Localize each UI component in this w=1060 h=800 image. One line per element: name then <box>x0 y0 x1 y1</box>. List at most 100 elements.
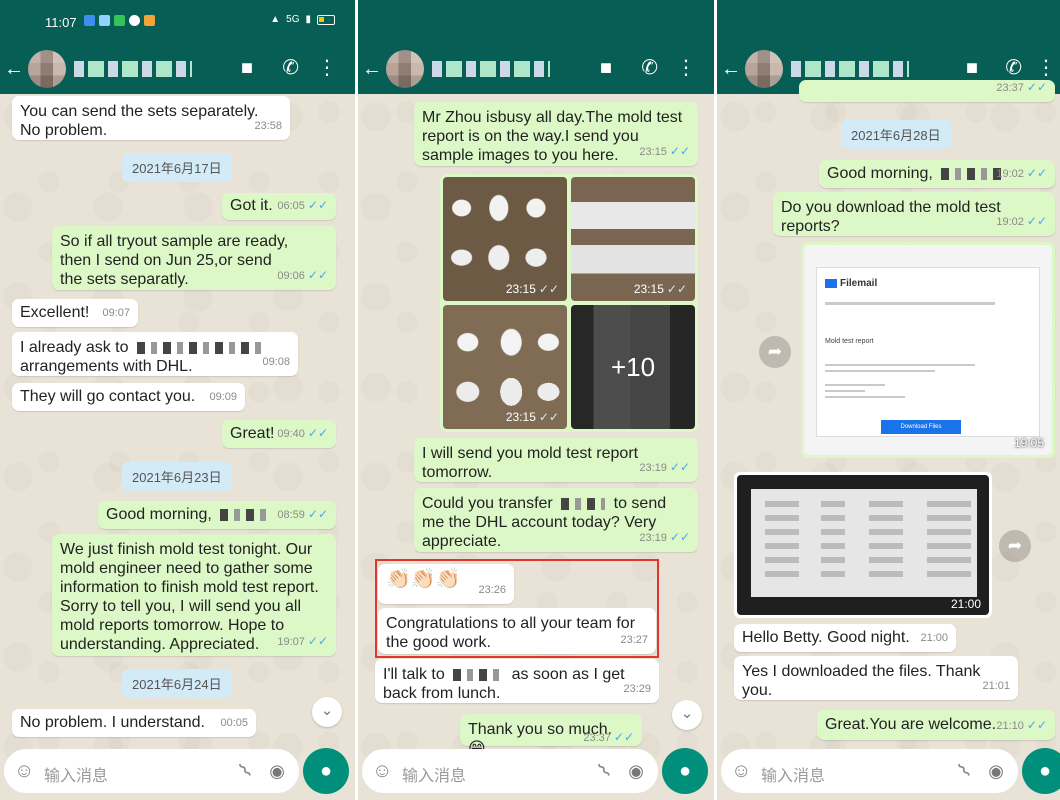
message-composer: ☺ 输入消息 ⌇ ◉ ● <box>358 746 714 800</box>
message-incoming[interactable]: Hello Betty. Good night. 21:00 <box>734 624 956 652</box>
message-outgoing[interactable]: Great.You are welcome. 21:10 ✓✓ <box>817 710 1055 740</box>
message-incoming[interactable]: Congratulations to all your team for the… <box>378 608 656 654</box>
document-screenshot[interactable]: Filemail Mold test report Download Files… <box>801 242 1055 458</box>
arrow-left-icon[interactable]: ← <box>4 59 24 79</box>
message-meta: 23:37 ✓✓ <box>996 78 1047 98</box>
contact-name-redacted[interactable] <box>432 61 550 77</box>
emoji-icon[interactable]: ☺ <box>14 760 34 782</box>
redacted-name <box>136 341 263 354</box>
message-outgoing[interactable]: Could you transfer to send me the DHL ac… <box>414 488 698 552</box>
message-input[interactable]: ☺ 输入消息 ⌇ ◉ <box>362 749 658 793</box>
document-preview: Filemail Mold test report Download Files… <box>804 245 1052 455</box>
voice-call-icon[interactable]: ✆ <box>641 57 658 79</box>
message-incoming[interactable]: I already ask to arrangements with DHL. … <box>12 332 298 376</box>
video-call-icon[interactable]: ■ <box>966 57 978 79</box>
more-vertical-icon[interactable]: ⋮ <box>1036 57 1056 79</box>
contact-avatar[interactable] <box>745 50 783 88</box>
video-call-icon[interactable]: ■ <box>241 57 253 79</box>
facebook-icon <box>129 15 140 26</box>
message-list[interactable]: 23:37 ✓✓ 2021年6月28日 Good morning, 19:02 ✓✓… <box>717 80 1060 746</box>
message-text: You can send the sets separately. No pro… <box>20 103 259 139</box>
microphone-icon[interactable]: ● <box>662 748 708 794</box>
photo-time: 23:15 <box>505 282 536 296</box>
photo-meta: 23:15 ✓✓ <box>506 282 559 296</box>
redacted-name <box>453 668 504 681</box>
emoji-icon[interactable]: ☺ <box>731 760 751 782</box>
microphone-icon[interactable]: ● <box>303 748 349 794</box>
message-time: 06:05 <box>277 200 305 212</box>
arrow-left-icon[interactable]: ← <box>362 59 382 79</box>
message-incoming[interactable]: I'll talk to as soon as I get back from … <box>375 659 659 703</box>
message-text: Do you download the mold test reports? <box>781 199 1001 235</box>
input-placeholder: 输入消息 <box>44 768 109 785</box>
message-list[interactable]: Mr Zhou isbusy all day.The mold test rep… <box>358 94 714 758</box>
message-input[interactable]: ☺ 输入消息 ⌇ ◉ <box>4 749 299 793</box>
message-incoming[interactable]: You can send the sets separately. No pro… <box>12 96 290 140</box>
double-check-icon: ✓✓ <box>669 460 690 474</box>
message-incoming[interactable]: 👏🏻👏🏻👏🏻 23:26 <box>378 564 514 604</box>
paperclip-icon[interactable]: ⌇ <box>235 759 257 782</box>
message-outgoing[interactable]: I will send you mold test report tomorro… <box>414 438 698 482</box>
voice-call-icon[interactable]: ✆ <box>1005 57 1022 79</box>
video-call-icon[interactable]: ■ <box>600 57 612 79</box>
message-outgoing[interactable]: Do you download the mold test reports? 1… <box>773 192 1055 236</box>
photo-thumbnail[interactable]: 23:15 ✓✓ <box>443 177 567 301</box>
message-outgoing[interactable]: Mr Zhou isbusy all day.The mold test rep… <box>414 102 698 166</box>
photo-thumbnail[interactable]: 23:15 ✓✓ <box>571 177 695 301</box>
emoji-icon[interactable]: ☺ <box>372 760 392 782</box>
message-text: Yes I downloaded the files. Thank you. <box>742 663 981 699</box>
forward-icon[interactable]: ➦ <box>759 336 791 368</box>
double-check-icon: ✓✓ <box>613 730 634 744</box>
chevron-down-icon[interactable]: ⌄ <box>312 697 342 727</box>
message-meta: 09:06 ✓✓ <box>277 266 328 286</box>
more-vertical-icon[interactable]: ⋮ <box>676 57 696 79</box>
message-outgoing[interactable]: Good morning, 19:02 ✓✓ <box>819 160 1055 188</box>
message-outgoing-partial[interactable]: 23:37 ✓✓ <box>799 80 1055 102</box>
message-time: 19:07 <box>277 636 305 648</box>
microphone-icon[interactable]: ● <box>1022 748 1060 794</box>
photo-thumbnail-more[interactable]: +10 <box>571 305 695 429</box>
spreadsheet-column <box>821 501 845 585</box>
message-incoming[interactable]: They will go contact you. 09:09 <box>12 383 245 411</box>
contact-name-redacted[interactable] <box>791 61 909 77</box>
app-notification-icon <box>84 15 95 26</box>
chevron-down-icon[interactable]: ⌄ <box>672 700 702 730</box>
text-line <box>825 384 885 386</box>
message-list[interactable]: You can send the sets separately. No pro… <box>0 94 355 746</box>
photo-thumbnail[interactable]: 23:15 ✓✓ <box>443 305 567 429</box>
contact-avatar[interactable] <box>28 50 66 88</box>
message-outgoing[interactable]: We just finish mold test tonight. Our mo… <box>52 534 336 656</box>
camera-icon[interactable]: ◉ <box>269 760 285 782</box>
paperclip-icon[interactable]: ⌇ <box>954 759 976 782</box>
message-text: No problem. I understand. <box>20 714 205 731</box>
message-outgoing[interactable]: So if all tryout sample are ready, then … <box>52 226 336 290</box>
message-text: Excellent! <box>20 304 90 321</box>
message-outgoing[interactable]: Great! 09:40 ✓✓ <box>222 420 336 448</box>
message-outgoing[interactable]: Got it. 06:05 ✓✓ <box>222 193 336 220</box>
voice-call-icon[interactable]: ✆ <box>282 57 299 79</box>
contact-name-redacted[interactable] <box>74 61 192 77</box>
photo-meta: 23:15 ✓✓ <box>506 410 559 424</box>
camera-icon[interactable]: ◉ <box>988 760 1004 782</box>
message-text: Hello Betty. Good night. <box>742 629 910 646</box>
message-incoming[interactable]: Yes I downloaded the files. Thank you. 2… <box>734 656 1018 700</box>
message-incoming[interactable]: Excellent! 09:07 <box>12 299 138 327</box>
contact-avatar[interactable] <box>386 50 424 88</box>
message-input[interactable]: ☺ 输入消息 ⌇ ◉ <box>721 749 1018 793</box>
message-outgoing[interactable]: Good morning, 08:59 ✓✓ <box>98 501 336 529</box>
photo-album[interactable]: 23:15 ✓✓ 23:15 ✓✓ 23:15 ✓✓ +10 <box>440 174 698 432</box>
chat-screenshot-2: ← ■ ✆ ⋮ Mr Zhou isbusy all day.The mold … <box>358 0 714 800</box>
message-incoming[interactable]: No problem. I understand. 00:05 <box>12 709 256 737</box>
message-time: 23:15 <box>639 146 667 158</box>
camera-icon[interactable]: ◉ <box>628 760 644 782</box>
forward-icon[interactable]: ➦ <box>999 530 1031 562</box>
chat-screenshot-3: ← ■ ✆ ⋮ 23:37 ✓✓ 2021年6月28日 Good morning,… <box>717 0 1060 800</box>
paperclip-icon[interactable]: ⌇ <box>594 759 616 782</box>
message-meta: 08:59 ✓✓ <box>277 505 328 525</box>
message-time: 09:07 <box>102 307 130 319</box>
photo-message[interactable]: 21:00 <box>734 472 992 618</box>
arrow-left-icon[interactable]: ← <box>721 59 741 79</box>
message-outgoing[interactable]: Thank you so much. 😄 23:37✓✓ <box>460 714 642 758</box>
more-vertical-icon[interactable]: ⋮ <box>317 57 337 79</box>
message-meta: 19:02 ✓✓ <box>996 164 1047 184</box>
